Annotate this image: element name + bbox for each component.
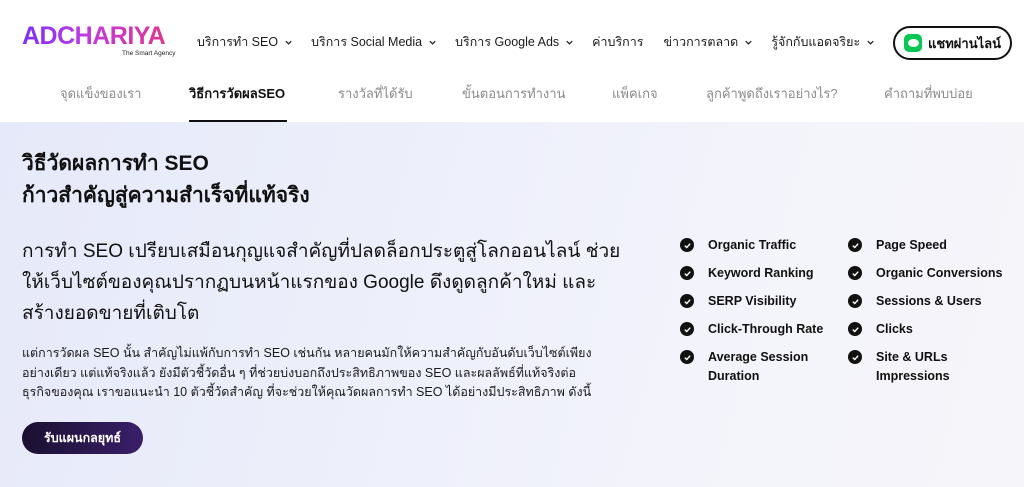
check-circle-icon: [680, 238, 694, 252]
lead-paragraph: การทำ SEO เปรียบเสมือนกุญแจสำคัญที่ปลดล็…: [22, 241, 621, 324]
section-title-line1: วิธีวัดผลการทำ SEO: [22, 152, 209, 175]
chevron-down-icon: [285, 40, 292, 45]
nav-item-social-media[interactable]: บริการ Social Media: [311, 32, 437, 52]
metric-item: Site & URLs Impressions: [848, 348, 1008, 386]
line-chat-icon: [904, 34, 923, 52]
check-circle-icon: [848, 238, 862, 252]
nav-item-pricing[interactable]: ค่าบริการ: [592, 32, 643, 52]
section-tabs: จุดแข็งของเรา วิธีการวัดผลSEO รางวัลที่ไ…: [0, 82, 1024, 122]
metric-item: Click-Through Rate: [680, 320, 840, 339]
brand-name: ADCHARIYA: [22, 22, 166, 50]
metric-label: SERP Visibility: [708, 294, 797, 308]
tab-testimonials[interactable]: ลูกค้าพูดถึงเราอย่างไร?: [706, 82, 838, 122]
metric-item: Page Speed: [848, 236, 1008, 255]
line-chat-label: แชทผ่านไลน์: [928, 35, 1001, 51]
metric-label: Sessions & Users: [876, 294, 982, 308]
seo-measurement-section: วิธีวัดผลการทำ SEO ก้าวสำคัญสู่ความสำเร็…: [0, 122, 1024, 487]
metric-item: Keyword Ranking: [680, 264, 840, 283]
metric-item: SERP Visibility: [680, 292, 840, 311]
metric-label: Site & URLs Impressions: [876, 350, 950, 383]
tab-faq[interactable]: คำถามที่พบบ่อย: [884, 82, 973, 122]
nav-item-google-ads[interactable]: บริการ Google Ads: [455, 32, 574, 52]
metric-label: Average Session Duration: [708, 350, 809, 383]
tab-process[interactable]: ขั้นตอนการทำงาน: [462, 82, 565, 122]
check-circle-icon: [848, 322, 862, 336]
metric-item: Organic Traffic: [680, 236, 840, 255]
nav-item-label: ค่าบริการ: [592, 35, 644, 49]
check-circle-icon: [680, 266, 694, 280]
metric-item: Organic Conversions: [848, 264, 1008, 283]
metrics-list-left: Organic Traffic Keyword Ranking SERP Vis…: [680, 236, 840, 395]
main-nav: บริการทำ SEO บริการ Social Media บริการ …: [197, 33, 893, 51]
chevron-down-icon: [867, 40, 874, 45]
nav-item-label: รู้จักกับแอดจริยะ: [771, 35, 861, 49]
metric-item: Average Session Duration: [680, 348, 840, 386]
tab-seo-measurement[interactable]: วิธีการวัดผลSEO: [189, 82, 285, 122]
metric-label: Organic Traffic: [708, 238, 797, 252]
metric-label: Clicks: [876, 322, 913, 336]
check-circle-icon: [848, 350, 862, 364]
nav-item-label: บริการทำ SEO: [197, 35, 279, 49]
check-circle-icon: [680, 294, 694, 308]
nav-item-label: บริการ Social Media: [311, 35, 423, 49]
brand-tagline: The Smart Agency: [122, 50, 176, 57]
metric-label: Keyword Ranking: [708, 266, 814, 280]
metric-label: Page Speed: [876, 238, 947, 252]
tab-strengths[interactable]: จุดแข็งของเรา: [60, 82, 141, 122]
nav-item-marketing-news[interactable]: ข่าวการตลาด: [664, 32, 754, 52]
tab-awards[interactable]: รางวัลที่ได้รับ: [338, 82, 413, 122]
line-chat-button[interactable]: แชทผ่านไลน์: [893, 26, 1012, 60]
metric-item: Clicks: [848, 320, 1008, 339]
section-title: วิธีวัดผลการทำ SEO ก้าวสำคัญสู่ความสำเร็…: [22, 148, 310, 212]
nav-item-seo[interactable]: บริการทำ SEO: [197, 32, 293, 52]
body-paragraph: แต่การวัดผล SEO นั้น สำคัญไม่แพ้กับการทำ…: [22, 346, 592, 399]
nav-item-about[interactable]: รู้จักกับแอดจริยะ: [771, 32, 875, 52]
check-circle-icon: [848, 266, 862, 280]
section-title-line2: ก้าวสำคัญสู่ความสำเร็จที่แท้จริง: [22, 184, 310, 207]
get-strategy-button[interactable]: รับแผนกลยุทธ์: [22, 422, 143, 454]
check-circle-icon: [680, 322, 694, 336]
tab-packages[interactable]: แพ็คเกจ: [612, 82, 658, 122]
metrics-list-right: Page Speed Organic Conversions Sessions …: [848, 236, 1008, 395]
metric-label: Organic Conversions: [876, 266, 1003, 280]
metric-label: Click-Through Rate: [708, 322, 824, 336]
chevron-down-icon: [429, 40, 436, 45]
metric-item: Sessions & Users: [848, 292, 1008, 311]
site-header: ADCHARIYA The Smart Agency บริการทำ SEO …: [0, 0, 1024, 82]
check-circle-icon: [848, 294, 862, 308]
chevron-down-icon: [745, 40, 752, 45]
brand-logo[interactable]: ADCHARIYA The Smart Agency: [22, 24, 182, 60]
nav-item-label: บริการ Google Ads: [455, 35, 560, 49]
nav-item-label: ข่าวการตลาด: [663, 35, 739, 49]
check-circle-icon: [680, 350, 694, 364]
chevron-down-icon: [566, 40, 573, 45]
